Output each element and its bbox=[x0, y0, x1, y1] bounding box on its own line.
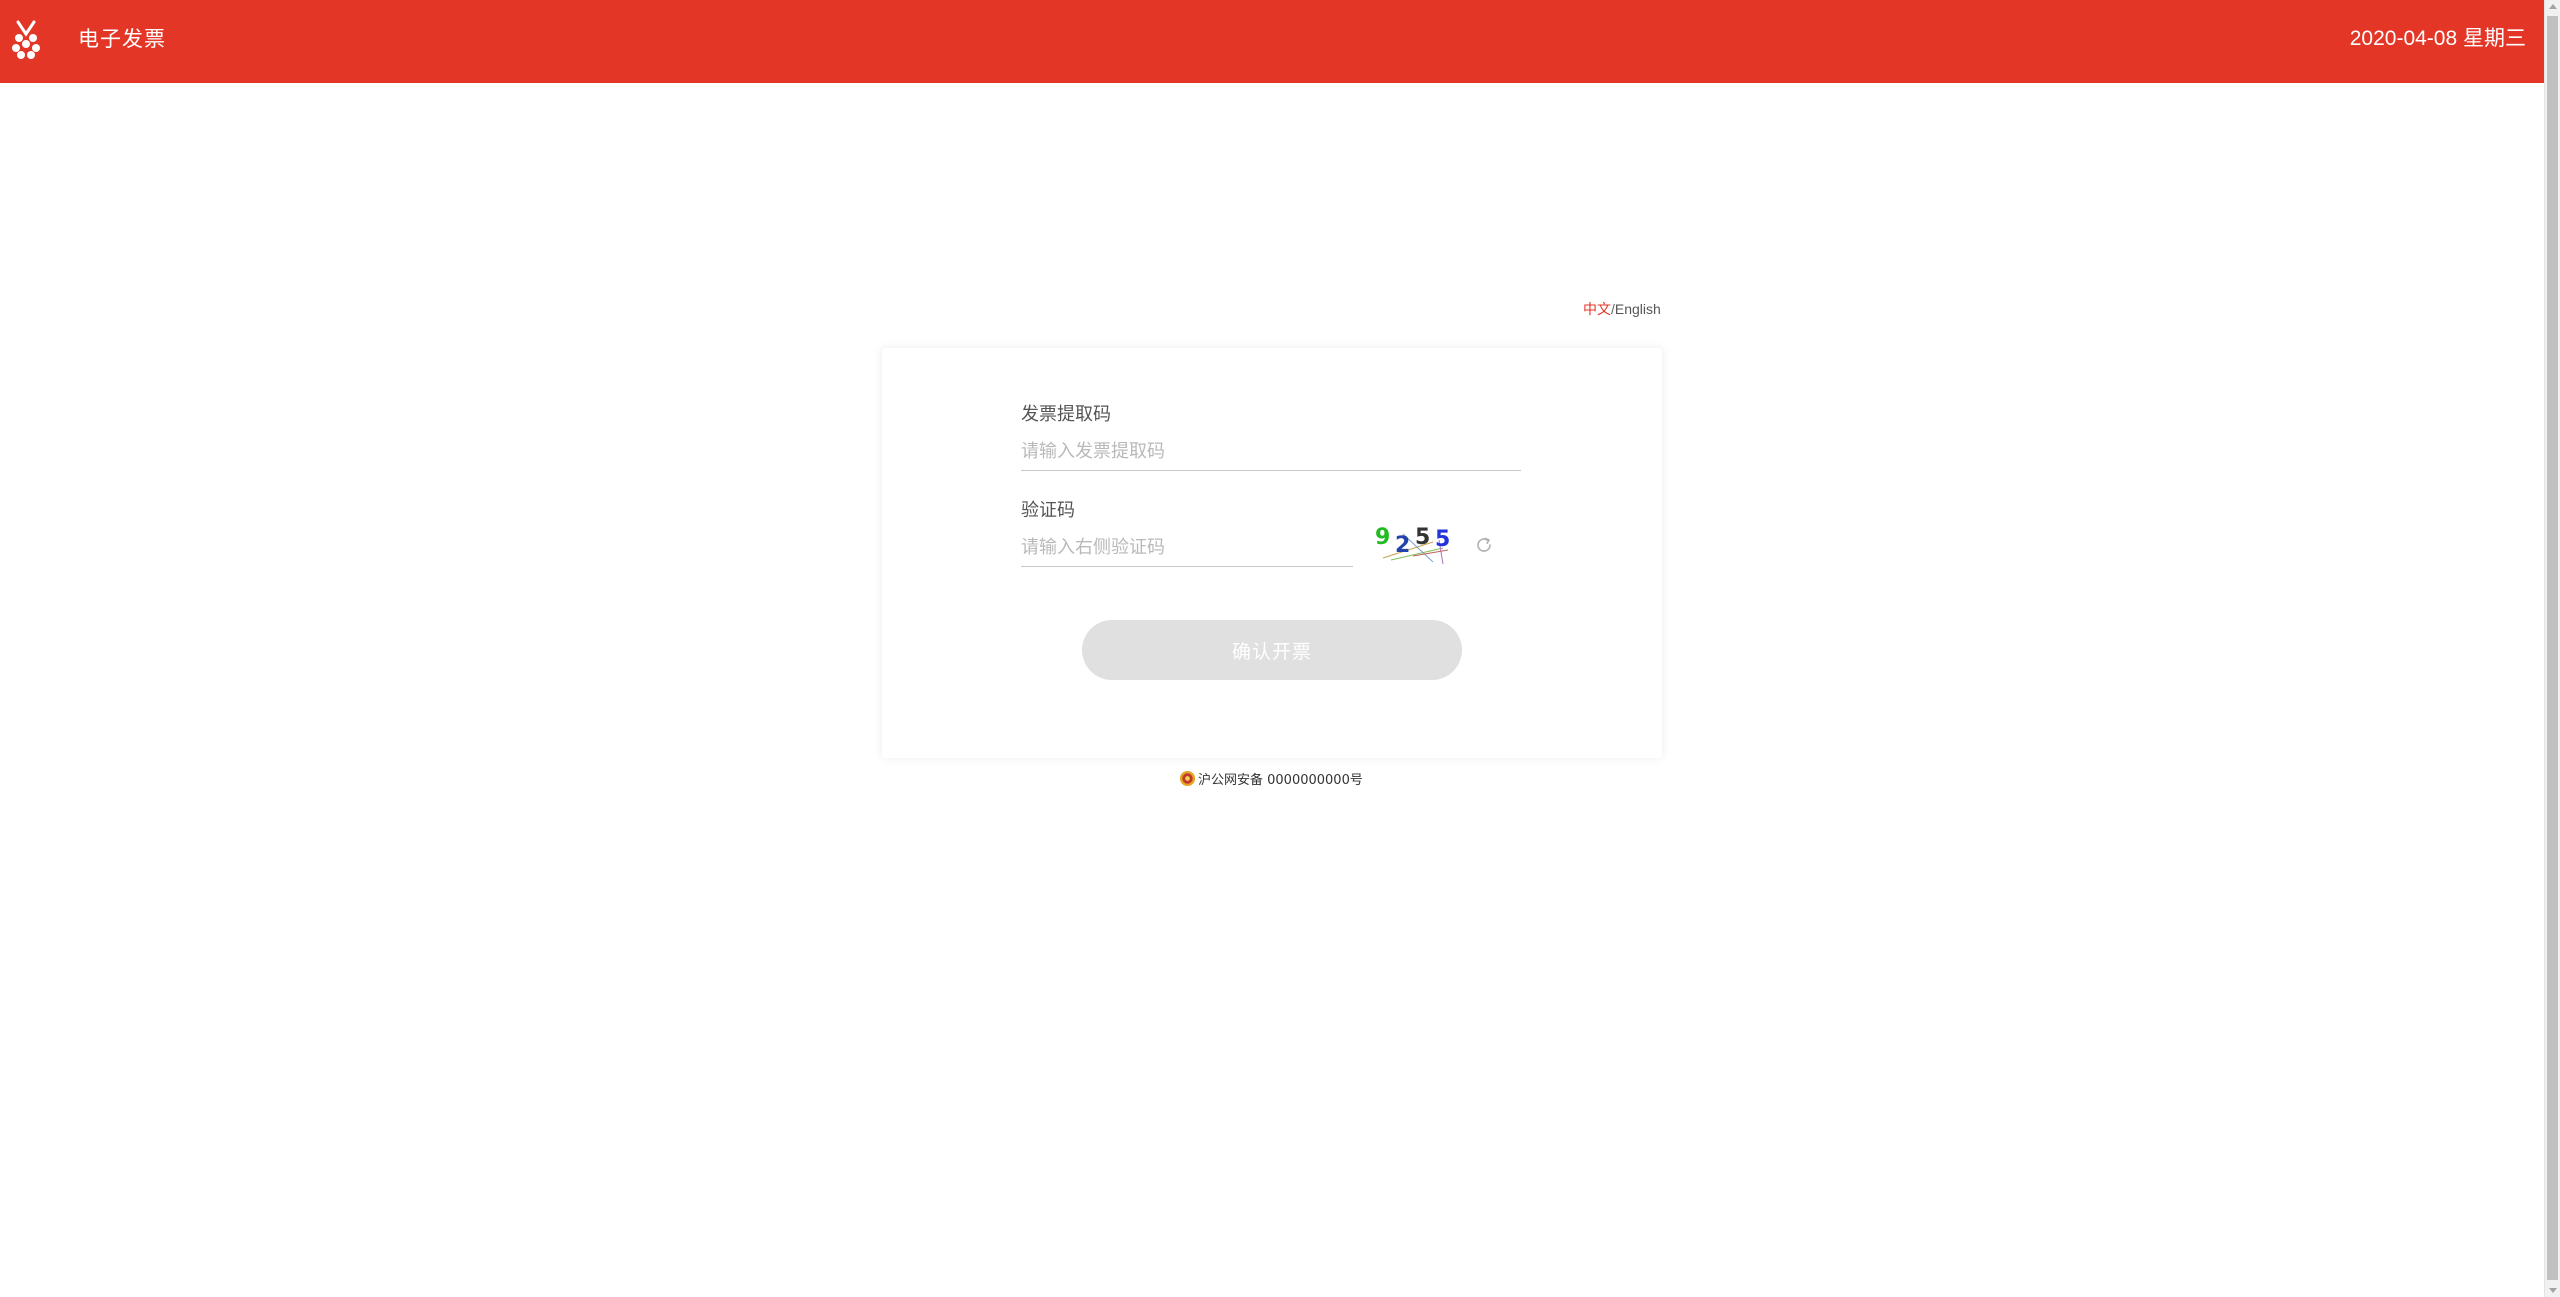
header-bar: 电子发票 2020-04-08 星期三 bbox=[0, 0, 2544, 83]
vertical-scrollbar[interactable] bbox=[2544, 0, 2560, 1297]
scroll-up-arrow-icon[interactable] bbox=[2549, 4, 2557, 9]
footer-icp: 沪公网安备 0000000000号 bbox=[1179, 768, 1363, 788]
logo-icon bbox=[12, 20, 40, 59]
confirm-invoice-button[interactable]: 确认开票 bbox=[1082, 620, 1462, 680]
invoice-code-label: 发票提取码 bbox=[1021, 404, 1111, 425]
captcha-input[interactable] bbox=[1021, 528, 1353, 567]
page: 电子发票 2020-04-08 星期三 中文/English 发票提取码 验证码… bbox=[0, 0, 2560, 1297]
refresh-icon[interactable] bbox=[1474, 535, 1494, 555]
captcha-digit-3: 5 bbox=[1415, 525, 1430, 550]
captcha-digit-1: 9 bbox=[1375, 525, 1390, 550]
scroll-down-arrow-icon[interactable] bbox=[2549, 1288, 2557, 1293]
lang-chinese-link[interactable]: 中文 bbox=[1583, 301, 1611, 317]
invoice-form-card: 发票提取码 验证码 9 2 5 5 确认开票 bbox=[882, 348, 1662, 758]
language-switch: 中文/English bbox=[1583, 300, 1661, 318]
app-title: 电子发票 bbox=[78, 27, 166, 51]
invoice-code-input[interactable] bbox=[1021, 432, 1521, 471]
captcha-image[interactable]: 9 2 5 5 bbox=[1373, 520, 1463, 566]
lang-english-link[interactable]: English bbox=[1615, 301, 1661, 317]
police-badge-icon bbox=[1179, 770, 1196, 786]
captcha-digit-4: 5 bbox=[1435, 527, 1450, 552]
captcha-label: 验证码 bbox=[1021, 500, 1075, 521]
scroll-thumb[interactable] bbox=[2547, 16, 2558, 1280]
header-date: 2020-04-08 星期三 bbox=[2349, 27, 2526, 50]
captcha-digit-2: 2 bbox=[1395, 533, 1410, 558]
icp-record-text[interactable]: 沪公网安备 0000000000号 bbox=[1198, 769, 1363, 788]
